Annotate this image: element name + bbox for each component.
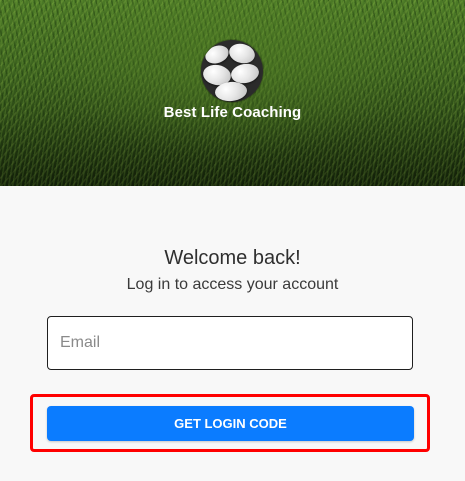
login-subtitle: Log in to access your account (126, 276, 339, 293)
stones-logo-icon (201, 40, 263, 102)
get-login-code-button[interactable]: GET LOGIN CODE (47, 406, 414, 441)
header-banner: Best Life Coaching (0, 0, 465, 186)
welcome-heading: Welcome back! (164, 247, 301, 269)
login-page: Best Life Coaching Welcome back! Log in … (0, 0, 465, 481)
brand-name: Best Life Coaching (163, 104, 302, 121)
email-field[interactable] (47, 316, 413, 370)
